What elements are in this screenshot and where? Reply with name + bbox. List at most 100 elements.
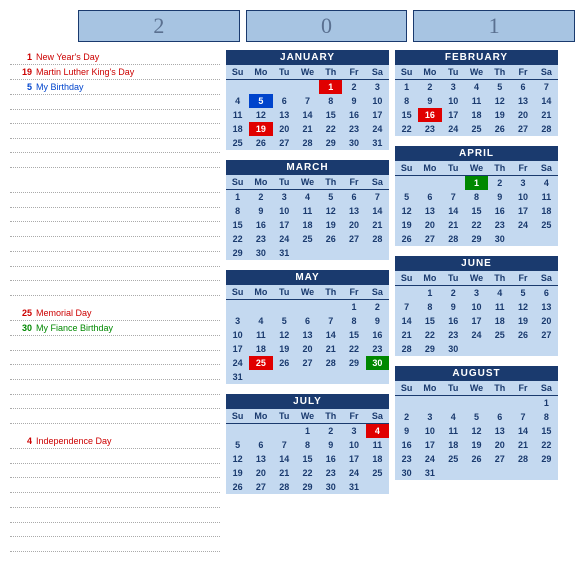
day-cell: 15 <box>395 108 418 122</box>
day-cell: 7 <box>366 190 389 204</box>
day-cell <box>319 300 342 314</box>
day-cell: 16 <box>319 452 342 466</box>
day-cell <box>418 176 441 190</box>
blank-row <box>10 493 220 508</box>
dow-cell: Fr <box>342 65 365 80</box>
day-cell: 11 <box>366 438 389 452</box>
week-row: 14151617181920 <box>395 314 558 328</box>
week-row: 19202122232425 <box>226 466 389 480</box>
day-cell: 9 <box>418 94 441 108</box>
event-label: My Birthday <box>36 80 220 94</box>
day-cell: 24 <box>226 356 249 370</box>
day-cell: 15 <box>342 328 365 342</box>
day-cell <box>296 80 319 94</box>
day-cell: 28 <box>442 232 465 246</box>
week-row: 10111213141516 <box>226 328 389 342</box>
day-cell: 21 <box>395 328 418 342</box>
day-cell: 12 <box>488 94 511 108</box>
day-cell: 29 <box>465 232 488 246</box>
day-cell: 20 <box>488 438 511 452</box>
day-cell: 7 <box>442 190 465 204</box>
event-row: 25Memorial Day <box>10 306 220 321</box>
day-cell: 19 <box>249 122 272 136</box>
blank-row <box>10 178 220 193</box>
dow-row: SuMoTuWeThFrSa <box>226 409 389 424</box>
day-cell: 4 <box>296 190 319 204</box>
dow-cell: Su <box>226 409 249 424</box>
day-cell <box>395 176 418 190</box>
day-cell: 3 <box>465 286 488 300</box>
day-cell: 10 <box>366 94 389 108</box>
day-cell: 24 <box>465 328 488 342</box>
month-title: JUNE <box>395 256 558 271</box>
blank-row <box>10 449 220 464</box>
day-cell: 25 <box>465 122 488 136</box>
day-cell: 6 <box>535 286 558 300</box>
week-row: 31 <box>226 370 389 384</box>
day-cell: 31 <box>366 136 389 150</box>
day-cell: 13 <box>249 452 272 466</box>
event-day: 19 <box>10 65 36 79</box>
day-cell: 6 <box>249 438 272 452</box>
week-row: 567891011 <box>395 190 558 204</box>
day-cell: 2 <box>342 80 365 94</box>
day-cell: 29 <box>342 356 365 370</box>
dow-cell: Mo <box>418 161 441 176</box>
day-cell: 1 <box>418 286 441 300</box>
day-cell <box>249 370 272 384</box>
day-cell: 15 <box>418 314 441 328</box>
week-row: 3031 <box>395 466 558 480</box>
blank-row <box>10 380 220 395</box>
week-row: 3456789 <box>226 314 389 328</box>
day-cell: 19 <box>226 466 249 480</box>
day-cell: 7 <box>273 438 296 452</box>
day-cell: 19 <box>465 438 488 452</box>
day-cell: 21 <box>535 108 558 122</box>
day-cell: 28 <box>319 356 342 370</box>
day-cell: 2 <box>366 300 389 314</box>
day-cell: 22 <box>342 342 365 356</box>
blank-row <box>10 395 220 410</box>
dow-cell: Th <box>488 381 511 396</box>
day-cell: 18 <box>249 342 272 356</box>
month-title: AUGUST <box>395 366 558 381</box>
day-cell: 19 <box>273 342 296 356</box>
event-row: 19Martin Luther King's Day <box>10 65 220 80</box>
day-cell: 14 <box>511 424 534 438</box>
event-row: 5My Birthday <box>10 80 220 95</box>
day-cell: 25 <box>249 356 272 370</box>
blank-row <box>10 267 220 282</box>
dow-cell: Sa <box>535 271 558 286</box>
dow-cell: Th <box>319 65 342 80</box>
day-cell: 3 <box>418 410 441 424</box>
week-row: 2627282930 <box>395 232 558 246</box>
dow-cell: We <box>296 175 319 190</box>
day-cell: 20 <box>296 342 319 356</box>
day-cell: 10 <box>442 94 465 108</box>
day-cell: 1 <box>342 300 365 314</box>
day-cell <box>273 300 296 314</box>
day-cell: 18 <box>465 108 488 122</box>
day-cell: 8 <box>296 438 319 452</box>
week-row: 9101112131415 <box>395 424 558 438</box>
week-row: 21222324252627 <box>395 328 558 342</box>
day-cell: 25 <box>442 452 465 466</box>
blank-row <box>10 523 220 538</box>
week-row: 1234 <box>395 176 558 190</box>
month-title: JANUARY <box>226 50 389 65</box>
blank-row <box>10 365 220 380</box>
day-cell: 24 <box>366 122 389 136</box>
day-cell: 9 <box>395 424 418 438</box>
day-cell: 8 <box>395 94 418 108</box>
day-cell <box>273 424 296 438</box>
week-row: 23242526272829 <box>395 452 558 466</box>
dow-cell: Su <box>226 285 249 300</box>
day-cell <box>226 300 249 314</box>
day-cell <box>226 80 249 94</box>
week-row: 1234 <box>226 424 389 438</box>
day-cell: 6 <box>418 190 441 204</box>
calendar-column-2: FEBRUARYSuMoTuWeThFrSa123456789101112131… <box>395 50 558 562</box>
blank-row <box>10 281 220 296</box>
dow-cell: Mo <box>249 175 272 190</box>
day-cell: 26 <box>511 328 534 342</box>
